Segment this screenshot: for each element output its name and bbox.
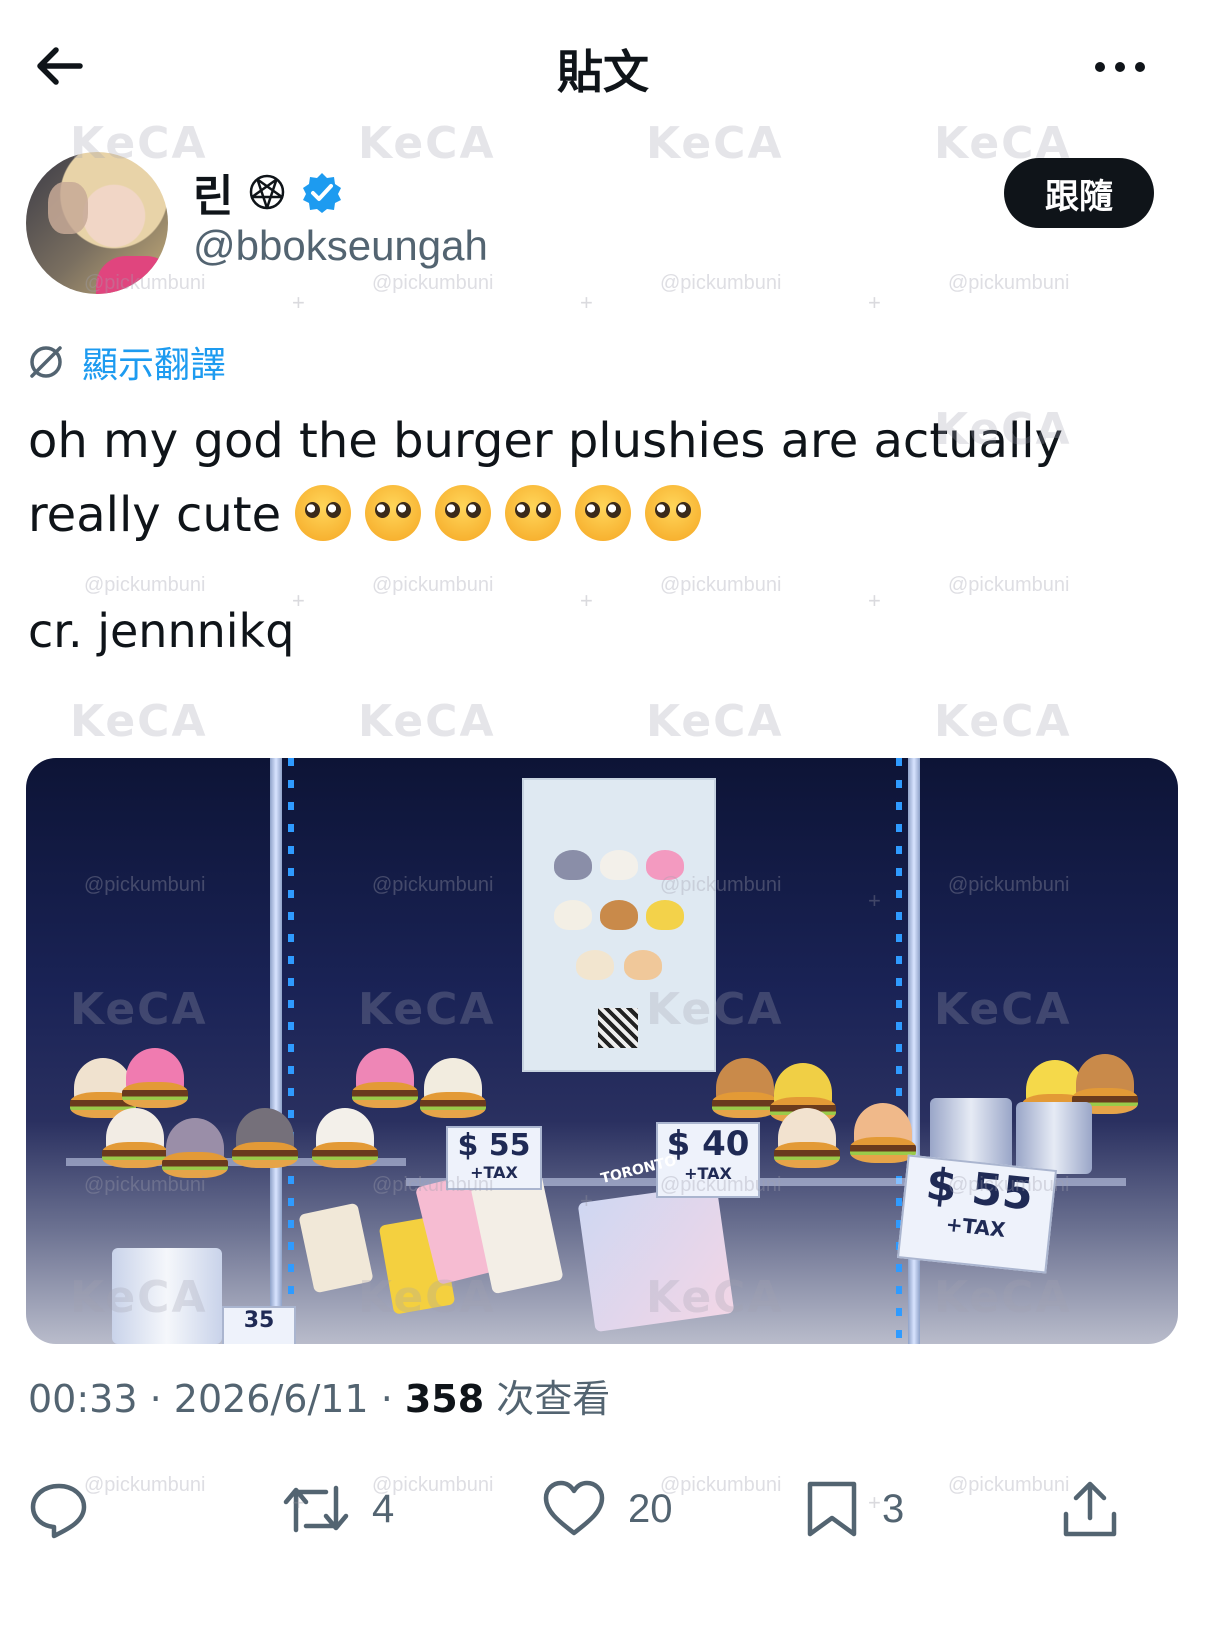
watermark-logo: KeCA <box>646 118 784 169</box>
watermark-logo: KeCA <box>70 696 208 747</box>
burger-plush <box>162 1118 228 1178</box>
reply-icon <box>30 1483 87 1539</box>
like-count: 20 <box>628 1486 673 1531</box>
phone-case <box>470 1171 564 1295</box>
watermark-handle: @pickumbuni <box>948 574 1070 596</box>
author-handle[interactable]: @bbokseungah <box>193 222 488 270</box>
pleading-face-emoji-icon <box>435 485 492 541</box>
watermark-plus: + <box>580 290 593 315</box>
views-label: 次查看 <box>496 1377 611 1421</box>
pleading-face-emoji-icon <box>365 485 422 541</box>
bookmark-icon <box>807 1481 857 1537</box>
watermark-logo: KeCA <box>646 696 784 747</box>
burger-plush <box>712 1058 778 1118</box>
phone-case <box>298 1202 374 1294</box>
translate-label: 顯示翻譯 <box>82 344 227 385</box>
qr-code <box>598 1008 638 1048</box>
burger-plush <box>122 1048 188 1108</box>
watermark-logo: KeCA <box>934 696 1072 747</box>
retweet-icon <box>283 1485 349 1533</box>
watermark-logo: KeCA <box>358 696 496 747</box>
page-title: 貼文 <box>557 46 649 98</box>
pentagram-icon <box>250 174 285 210</box>
verified-badge-icon <box>303 173 342 213</box>
share-icon <box>1063 1481 1117 1537</box>
price-tag: $ 55 +TAX <box>896 1154 1058 1274</box>
avatar[interactable] <box>26 152 168 294</box>
tweet-text: oh my god the burger plushies are actual… <box>28 404 1148 552</box>
watermark-plus: + <box>292 290 305 315</box>
watermark-logo: KeCA <box>358 118 496 169</box>
tweet-time[interactable]: 00:33 <box>28 1377 138 1421</box>
tweet-photo[interactable]: $ 55 +TAX $ 40 +TAX $ 55 +TAX 35 TORONTO <box>26 758 1178 1344</box>
tweet-text-line-2: really cute <box>28 487 282 543</box>
burger-plush <box>232 1108 298 1168</box>
pleading-face-emoji-icon <box>645 485 702 541</box>
retweet-count: 4 <box>372 1486 395 1531</box>
pleading-face-emoji-icon <box>575 485 632 541</box>
notebook <box>577 1183 735 1333</box>
reply-button[interactable] <box>28 1474 112 1544</box>
author-name-row[interactable]: 린 <box>193 160 343 224</box>
burger-plush <box>850 1103 916 1163</box>
tweet-text-line-1: oh my god the burger plushies are actual… <box>28 413 1064 469</box>
merch-poster <box>522 778 716 1072</box>
views-count: 358 <box>404 1377 485 1421</box>
tumbler <box>1016 1102 1092 1174</box>
show-translation-link[interactable]: 顯示翻譯 <box>26 336 226 388</box>
watermark-handle: @pickumbuni <box>660 574 782 596</box>
watermark-handle: @pickumbuni <box>84 574 206 596</box>
led-strip <box>288 758 294 1344</box>
burger-plush <box>420 1058 486 1118</box>
watermark-plus: + <box>868 290 881 315</box>
watermark-plus: + <box>580 588 593 613</box>
retweet-button[interactable]: 4 <box>282 1474 394 1544</box>
translate-icon <box>30 346 62 378</box>
more-options-icon[interactable] <box>1090 42 1150 92</box>
bookmark-count: 3 <box>882 1486 905 1531</box>
display-case-pole <box>270 758 282 1344</box>
watermark-handle: @pickumbuni <box>372 574 494 596</box>
share-button[interactable] <box>1060 1474 1120 1544</box>
watermark-handle: @pickumbuni <box>660 272 782 294</box>
burger-plush <box>102 1108 168 1168</box>
like-button[interactable]: 20 <box>542 1474 673 1544</box>
tweet-date[interactable]: 2026/6/11 <box>174 1377 369 1421</box>
tweet-meta: 00:33 · 2026/6/11 · 358 次查看 <box>28 1377 611 1421</box>
tweet-credit: cr. jennnikq <box>28 604 295 658</box>
watermark-plus: + <box>868 588 881 613</box>
watermark-handle: @pickumbuni <box>948 272 1070 294</box>
tweet-text-line-2-row: really cute <box>28 478 1148 552</box>
burger-plush <box>774 1108 840 1168</box>
bookmark-button[interactable]: 3 <box>804 1474 904 1544</box>
price-tag: $ 55 +TAX <box>446 1126 542 1190</box>
watermark-handle: @pickumbuni <box>372 272 494 294</box>
mug <box>112 1248 222 1344</box>
author-name: 린 <box>193 172 234 221</box>
burger-plush <box>352 1048 418 1108</box>
heart-icon <box>543 1480 605 1536</box>
watermark-handle: @pickumbuni <box>948 1474 1070 1496</box>
pleading-face-emoji-icon <box>295 485 352 541</box>
watermark-handle: @pickumbuni <box>660 1474 782 1496</box>
burger-plush <box>312 1108 378 1168</box>
pleading-face-emoji-icon <box>505 485 562 541</box>
follow-button[interactable]: 跟隨 <box>1004 158 1154 228</box>
price-tag-partial: 35 <box>222 1306 296 1344</box>
